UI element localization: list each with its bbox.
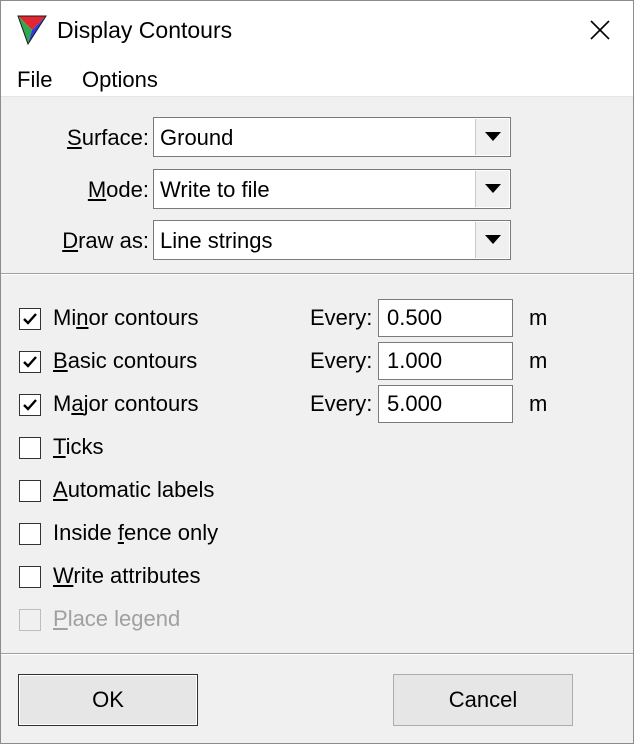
checkbox-box bbox=[19, 609, 41, 631]
checkmark-icon bbox=[23, 356, 37, 368]
checkmark-icon bbox=[23, 313, 37, 325]
inside-fence-only-label: Inside fence only bbox=[53, 520, 219, 545]
window-title: Display Contours bbox=[57, 17, 233, 43]
checkbox-box[interactable] bbox=[19, 566, 41, 588]
mode-label: Mode: bbox=[87, 177, 149, 202]
checkbox-box[interactable] bbox=[19, 523, 41, 545]
major-every-label: Every: bbox=[310, 391, 373, 416]
ticks-label: Ticks bbox=[53, 434, 104, 459]
display-contours-dialog: Display Contours File Options Surface: G… bbox=[0, 0, 634, 744]
basic-interval-input[interactable] bbox=[378, 342, 513, 380]
major-interval-input[interactable] bbox=[378, 385, 513, 423]
place-legend-label: Place legend bbox=[53, 606, 181, 631]
separator bbox=[1, 653, 633, 655]
menu-options[interactable]: Options bbox=[82, 67, 158, 93]
close-button[interactable] bbox=[567, 1, 633, 59]
basic-every-label: Every: bbox=[310, 348, 373, 373]
major-unit: m bbox=[529, 391, 548, 416]
minor-contours-label: Minor contours bbox=[53, 305, 199, 330]
chevron-down-icon bbox=[484, 184, 501, 193]
chevron-down-icon bbox=[484, 132, 501, 141]
basic-contours-label: Basic contours bbox=[53, 348, 198, 373]
checkmark-icon bbox=[23, 399, 37, 411]
mode-dropdown[interactable]: Write to file bbox=[153, 169, 511, 209]
major-contours-label: Major contours bbox=[53, 391, 199, 416]
checkbox-box[interactable] bbox=[19, 351, 41, 373]
draw-as-dropdown-button[interactable] bbox=[475, 222, 509, 258]
basic-unit: m bbox=[529, 348, 548, 373]
title-bar: Display Contours bbox=[1, 1, 633, 59]
surface-value: Ground bbox=[160, 125, 234, 150]
minor-unit: m bbox=[529, 305, 548, 330]
chevron-down-icon bbox=[484, 235, 501, 244]
menu-bar: File Options bbox=[1, 59, 633, 97]
checkbox-box[interactable] bbox=[19, 437, 41, 459]
ok-button[interactable]: OK bbox=[18, 674, 198, 726]
surface-dropdown[interactable]: Ground bbox=[153, 117, 511, 157]
separator bbox=[1, 273, 633, 275]
write-attributes-label: Write attributes bbox=[53, 563, 201, 588]
cancel-button[interactable]: Cancel bbox=[393, 674, 573, 726]
mode-dropdown-button[interactable] bbox=[475, 171, 509, 207]
menu-file[interactable]: File bbox=[17, 67, 52, 93]
draw-as-dropdown[interactable]: Line strings bbox=[153, 220, 511, 260]
checkbox-box[interactable] bbox=[19, 480, 41, 502]
minor-every-label: Every: bbox=[310, 305, 373, 330]
close-icon bbox=[590, 20, 610, 40]
surface-dropdown-button[interactable] bbox=[475, 119, 509, 155]
draw-as-value: Line strings bbox=[160, 228, 273, 253]
minor-interval-input[interactable] bbox=[378, 299, 513, 337]
draw-as-label: Draw as: bbox=[62, 228, 149, 253]
triangle-app-icon bbox=[17, 15, 47, 46]
checkbox-box[interactable] bbox=[19, 394, 41, 416]
surface-label: Surface: bbox=[67, 125, 149, 150]
mode-value: Write to file bbox=[160, 177, 270, 202]
automatic-labels-label: Automatic labels bbox=[53, 477, 215, 502]
checkbox-box[interactable] bbox=[19, 308, 41, 330]
